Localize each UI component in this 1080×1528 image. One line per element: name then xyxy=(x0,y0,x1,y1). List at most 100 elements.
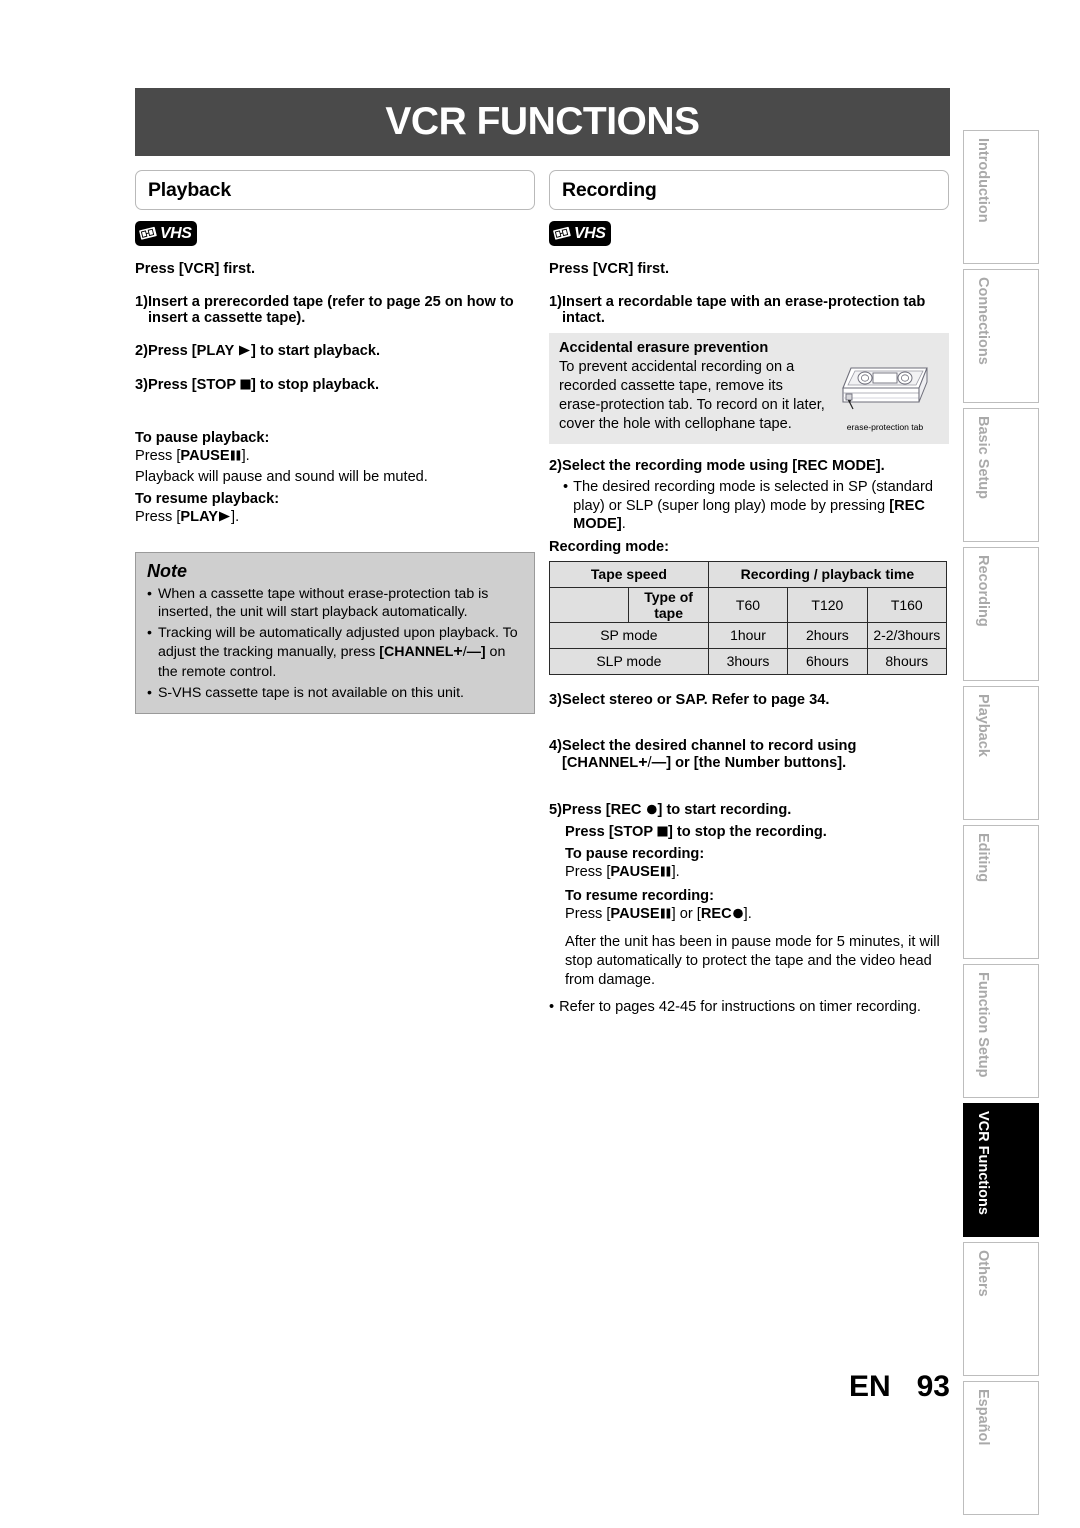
resume-recording-instruction: Press [PAUSE] or [REC]. xyxy=(549,905,949,925)
recording-step-1-num: 1) xyxy=(549,294,562,310)
recording-step-2-text: Select the recording mode using [REC MOD… xyxy=(561,457,885,474)
recording-lead: Press [VCR] first. xyxy=(549,261,670,277)
step-4-text-a: Select the desired channel to record usi… xyxy=(561,737,857,754)
accidental-erasure-body: To prevent accidental recording on a rec… xyxy=(559,359,825,432)
pause-playback-heading: To pause playback: xyxy=(135,430,270,446)
sidebar-item-introduction[interactable]: Introduction xyxy=(963,130,1039,264)
recording-step-5-num: 5) xyxy=(549,801,562,818)
recording-step-2-num: 2) xyxy=(549,457,562,474)
timer-recording-text: Refer to pages 42-45 for instructions on… xyxy=(559,999,921,1016)
note-item-text: Tracking will be automatically adjusted … xyxy=(158,624,523,682)
table-cell-sp-t120: 2hours xyxy=(787,621,868,649)
step-5-text-a: Press [REC xyxy=(561,801,646,818)
pause-button-label: PAUSE xyxy=(610,905,660,922)
vhs-cassette-illustration-icon xyxy=(835,362,935,421)
tab-label: Recording xyxy=(975,555,991,627)
playback-step-3-text-b: ] to stop playback. xyxy=(250,377,380,393)
sidebar-item-espanol[interactable]: Español xyxy=(963,1381,1039,1515)
stop-icon xyxy=(240,378,251,394)
recording-step-5-text: Press [REC ] to start recording. xyxy=(562,802,949,819)
playback-section-header: Playback xyxy=(135,170,535,210)
resume-press-suffix: ]. xyxy=(231,509,240,526)
accidental-erasure-text-block: Accidental erasure prevention To prevent… xyxy=(559,340,825,434)
playback-step-3: 3) Press [STOP ] to stop playback. xyxy=(135,377,535,394)
note-item: • When a cassette tape without erase-pro… xyxy=(147,585,523,622)
accidental-erasure-title: Accidental erasure prevention xyxy=(559,340,769,356)
tab-label: Playback xyxy=(975,694,991,757)
pause-recording-instruction: Press [PAUSE]. xyxy=(549,863,949,883)
accidental-erasure-box: Accidental erasure prevention To prevent… xyxy=(549,333,949,444)
vhs-label-playback: VHS xyxy=(160,224,192,242)
page-footer: EN 93 xyxy=(135,1370,950,1404)
sidebar-item-others[interactable]: Others xyxy=(963,1242,1039,1376)
tab-label: Others xyxy=(975,1250,991,1297)
note-item-text: When a cassette tape without erase-prote… xyxy=(157,586,489,621)
stop-text-a: Press [STOP xyxy=(565,823,657,840)
sidebar-item-connections[interactable]: Connections xyxy=(963,269,1039,403)
table-cell-slp-mode: SLP mode xyxy=(549,647,709,675)
bullet-dot-icon: • xyxy=(563,478,569,495)
recording-column: Recording VHS Press [VCR] first. 1) Inse… xyxy=(548,170,949,1017)
table-header-tape-speed: Tape speed xyxy=(549,560,709,588)
table-row: Tape speed Recording / playback time xyxy=(549,560,948,588)
two-column-layout: Playback VHS Press [VCR] first. 1) Inser… xyxy=(135,170,950,1017)
recording-stop-instruction: Press [STOP ] to stop the recording. xyxy=(549,824,949,841)
pause-icon xyxy=(660,906,672,925)
playback-step-2-num: 2) xyxy=(135,343,148,359)
tab-label: Introduction xyxy=(975,138,991,223)
recording-step-2-bullet: • The desired recording mode is selected… xyxy=(549,478,949,534)
playback-step-1-text: Insert a prerecorded tape (refer to page… xyxy=(147,294,514,326)
sidebar-item-playback[interactable]: Playback xyxy=(963,686,1039,820)
table-cell-slp-t120: 6hours xyxy=(787,647,868,675)
sidebar-item-recording[interactable]: Recording xyxy=(963,547,1039,681)
page-title: VCR FUNCTIONS xyxy=(385,100,700,143)
resume-suffix: ]. xyxy=(743,905,752,922)
note-item-text: S-VHS cassette tape is not available on … xyxy=(157,684,464,701)
plus-icon: + xyxy=(453,643,463,661)
playback-column: Playback VHS Press [VCR] first. 1) Inser… xyxy=(135,170,535,1017)
pause-icon xyxy=(660,864,672,883)
tab-label: VCR Functions xyxy=(975,1111,991,1215)
table-row: SLP mode 3hours 6hours 8hours xyxy=(549,647,948,675)
note-item: • S-VHS cassette tape is not available o… xyxy=(147,684,523,702)
recording-section-title: Recording xyxy=(562,178,657,201)
recording-step-3-num: 3) xyxy=(549,691,562,708)
pause-icon xyxy=(230,448,242,467)
pause-press-suffix: ]. xyxy=(241,448,250,464)
table-cell-sp-t160: 2-2/3hours xyxy=(866,621,948,649)
recording-step-5: 5) Press [REC ] to start recording. xyxy=(549,802,949,819)
playback-step-2-text: Press [PLAY ] to start playback. xyxy=(148,343,535,360)
recording-step-2-bullet-text: The desired recording mode is selected i… xyxy=(573,478,949,534)
vhs-cassette-icon xyxy=(552,225,572,242)
vhs-badge-recording: VHS xyxy=(549,221,612,246)
recording-step-4-text: Select the desired channel to record usi… xyxy=(562,738,949,772)
timer-recording-bullet: • Refer to pages 42-45 for instructions … xyxy=(549,998,949,1017)
sidebar-item-basic-setup[interactable]: Basic Setup xyxy=(963,408,1039,542)
pause-press-prefix: Press [ xyxy=(135,448,181,464)
vhs-cassette-icon xyxy=(138,225,158,242)
sidebar-item-editing[interactable]: Editing xyxy=(963,825,1039,959)
play-icon xyxy=(218,509,231,528)
pause-playback-instruction: Press [PAUSE]. xyxy=(135,447,535,467)
sidebar-item-function-setup[interactable]: Function Setup xyxy=(963,964,1039,1098)
sidebar-item-vcr-functions[interactable]: VCR Functions xyxy=(963,1103,1039,1237)
playback-step-2-text-b: ] to start playback. xyxy=(251,343,380,359)
playback-step-3-num: 3) xyxy=(135,377,148,393)
bullet-dot-icon: • xyxy=(147,684,152,701)
tab-label: Español xyxy=(975,1389,991,1446)
tab-label: Connections xyxy=(975,277,991,365)
table-header-rec-time: Recording / playback time xyxy=(707,560,948,588)
cassette-diagram: erase-protection tab xyxy=(831,340,939,434)
rec-icon xyxy=(646,803,658,819)
pause-playback-description: Playback will pause and sound will be mu… xyxy=(135,468,428,485)
stop-text-b: ] to stop the recording. xyxy=(667,823,827,840)
pause-press-suffix: ]. xyxy=(671,863,680,880)
tab-label: Basic Setup xyxy=(975,416,991,499)
resume-press-prefix: Press [ xyxy=(135,509,181,526)
recording-mode-table: Tape speed Recording / playback time Typ… xyxy=(548,560,948,675)
play-button-label: PLAY xyxy=(180,509,219,526)
resume-prefix: Press [ xyxy=(565,905,611,922)
bullet-text-c: . xyxy=(621,516,626,533)
vhs-badge-playback: VHS xyxy=(135,221,198,246)
recording-step-1: 1) Insert a recordable tape with an eras… xyxy=(549,294,949,326)
